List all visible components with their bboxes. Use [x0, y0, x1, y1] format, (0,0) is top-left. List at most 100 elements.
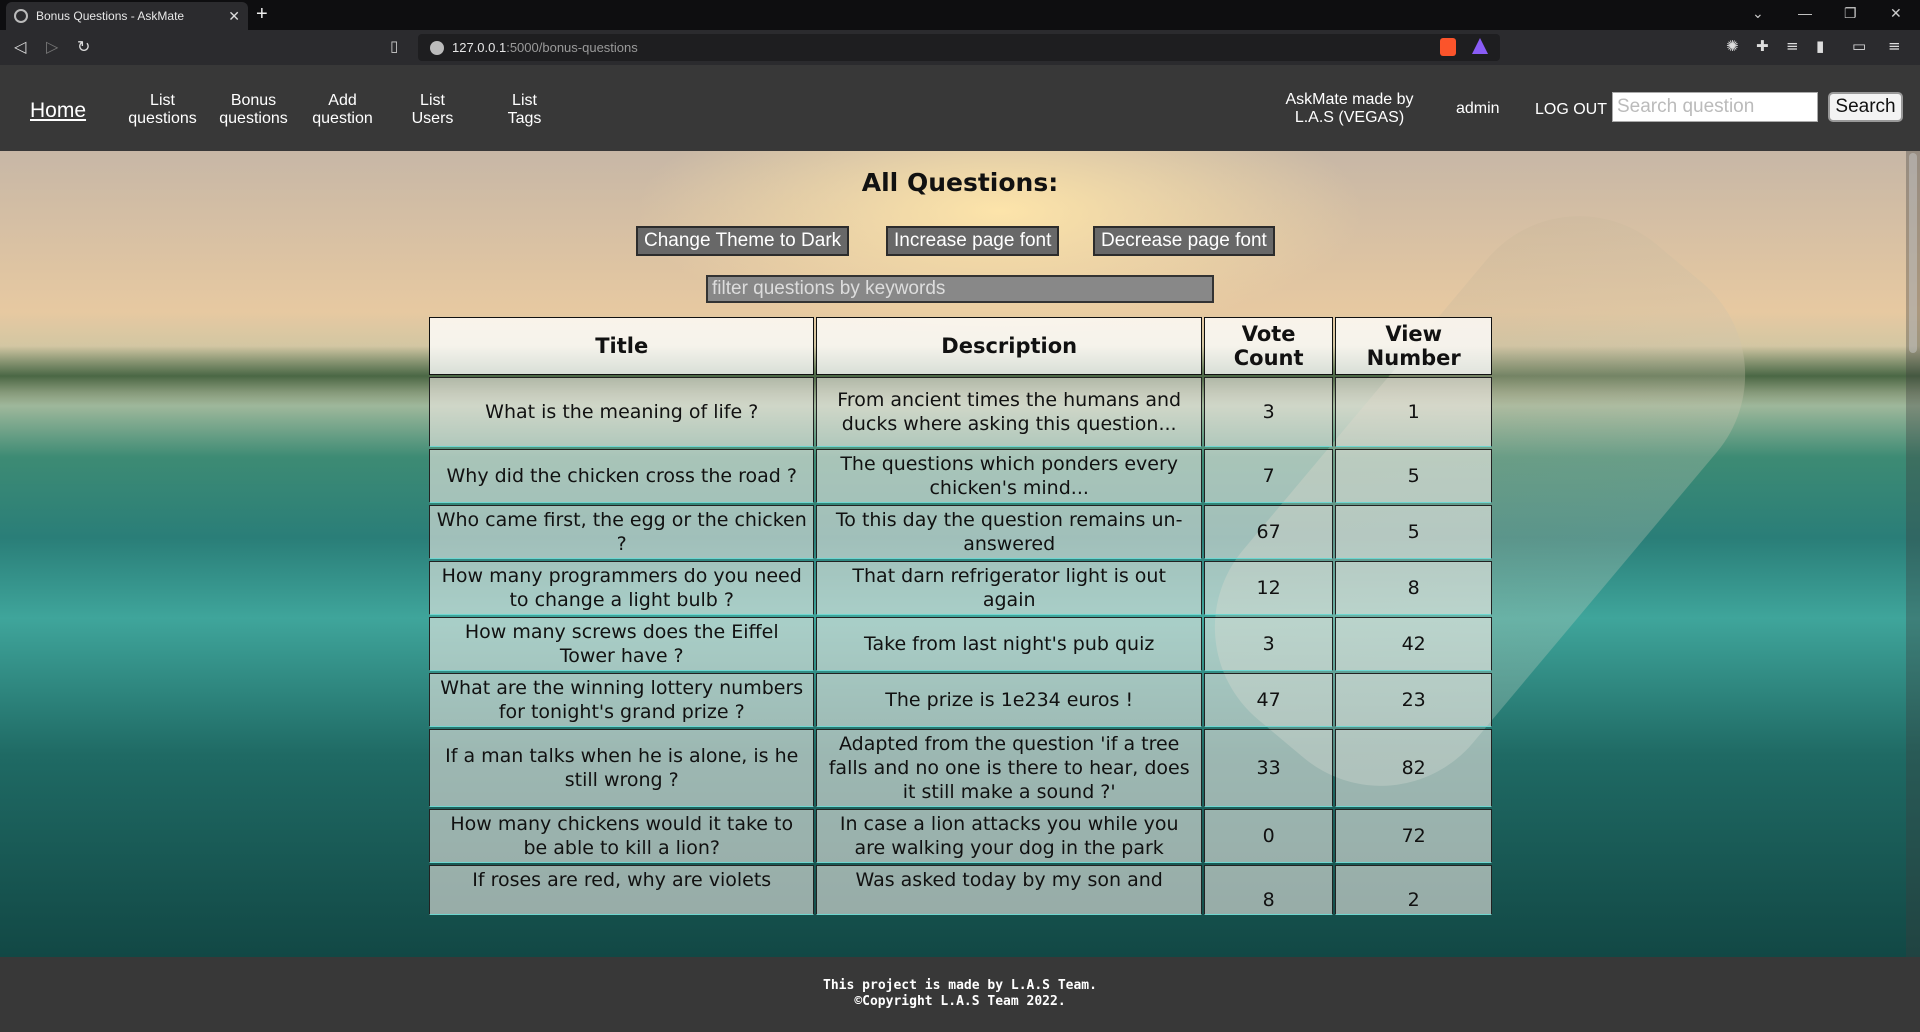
- table-row[interactable]: How many chickens would it take to be ab…: [429, 809, 1492, 863]
- address-bar[interactable]: 127.0.0.1 :5000/bonus-questions: [418, 34, 1500, 61]
- view-number-cell: 5: [1335, 505, 1492, 559]
- footer-line1: This project is made by L.A.S Team.: [823, 978, 1097, 993]
- question-title-cell[interactable]: How many screws does the Eiffel Tower ha…: [429, 617, 815, 671]
- question-description-cell: Adapted from the question 'if a tree fal…: [816, 729, 1202, 807]
- vote-count-cell: 8: [1203, 865, 1334, 915]
- table-row[interactable]: What is the meaning of life ? From ancie…: [429, 377, 1492, 447]
- question-title-cell[interactable]: Who came first, the egg or the chicken ?: [429, 505, 815, 559]
- table-row[interactable]: What are the winning lottery numbers for…: [429, 673, 1492, 727]
- change-theme-button[interactable]: Change Theme to Dark: [636, 226, 850, 256]
- home-link[interactable]: Home: [30, 99, 86, 123]
- brave-shields-icon[interactable]: [1440, 38, 1456, 56]
- table-header-row: Title Description Vote Count View Number: [429, 317, 1492, 375]
- nav-list-questions[interactable]: List questions: [125, 92, 200, 128]
- footer-copyright: ©Copyright L.A.S Team 2022.: [854, 994, 1066, 1009]
- url-path: :5000/bonus-questions: [506, 40, 638, 55]
- reload-icon[interactable]: ↻: [77, 37, 90, 56]
- question-description-cell: Take from last night's pub quiz: [816, 617, 1202, 671]
- logout-link[interactable]: LOG OUT: [1535, 101, 1607, 119]
- question-title-cell[interactable]: How many programmers do you need to chan…: [429, 561, 815, 615]
- wallet-icon[interactable]: ▭: [1852, 37, 1866, 55]
- brave-rewards-icon[interactable]: [1472, 38, 1488, 54]
- tab-title: Bonus Questions - AskMate: [36, 9, 185, 23]
- site-info-icon[interactable]: [430, 40, 444, 55]
- question-title-cell[interactable]: What are the winning lottery numbers for…: [429, 673, 815, 727]
- filter-input[interactable]: [706, 275, 1214, 303]
- table-row[interactable]: Why did the chicken cross the road ? The…: [429, 449, 1492, 503]
- nav-label-line2: questions: [219, 110, 288, 127]
- question-description-cell: That darn refrigerator light is out agai…: [816, 561, 1202, 615]
- nav-label-line1: Add: [328, 92, 357, 109]
- made-by-line1: AskMate made by: [1285, 91, 1414, 108]
- column-header-title[interactable]: Title: [429, 317, 815, 375]
- view-number-cell: 8: [1335, 561, 1492, 615]
- table-row[interactable]: If roses are red, why are violets Was as…: [429, 865, 1492, 915]
- question-description-cell: The prize is 1e234 euros !: [816, 673, 1202, 727]
- tab-search-chevron-icon[interactable]: ⌄: [1752, 5, 1764, 22]
- question-description-cell: To this day the question remains un-answ…: [816, 505, 1202, 559]
- puzzle-extensions-icon[interactable]: ✚: [1756, 37, 1769, 55]
- vote-count-cell: 7: [1203, 449, 1334, 503]
- decrease-font-button[interactable]: Decrease page font: [1093, 226, 1275, 256]
- nav-label-line2: Tags: [507, 110, 542, 127]
- new-tab-plus-icon[interactable]: +: [256, 3, 268, 26]
- nav-add-question[interactable]: Add question: [305, 92, 380, 128]
- column-header-vote-count[interactable]: Vote Count: [1203, 317, 1334, 375]
- main-content: All Questions: Change Theme to Dark Incr…: [0, 151, 1920, 957]
- table-row[interactable]: How many screws does the Eiffel Tower ha…: [429, 617, 1492, 671]
- username-label: admin: [1456, 100, 1500, 117]
- nav-list-tags[interactable]: List Tags: [487, 92, 562, 128]
- question-title-cell[interactable]: If roses are red, why are violets: [429, 865, 815, 915]
- table-row[interactable]: Who came first, the egg or the chicken ?…: [429, 505, 1492, 559]
- window-close-icon[interactable]: ✕: [1890, 5, 1902, 22]
- increase-font-button[interactable]: Increase page font: [886, 226, 1060, 256]
- page-scrollbar[interactable]: [1906, 151, 1920, 957]
- scrollbar-thumb[interactable]: [1909, 153, 1917, 353]
- search-input[interactable]: [1612, 92, 1818, 122]
- restore-icon[interactable]: ❐: [1844, 5, 1857, 22]
- tab-close-icon[interactable]: ✕: [228, 8, 240, 25]
- question-description-cell: Was asked today by my son and: [816, 865, 1202, 915]
- table-row[interactable]: How many programmers do you need to chan…: [429, 561, 1492, 615]
- question-title-cell[interactable]: How many chickens would it take to be ab…: [429, 809, 815, 863]
- view-number-cell: 23: [1335, 673, 1492, 727]
- nav-list-users[interactable]: List Users: [395, 92, 470, 128]
- vote-count-cell: 47: [1203, 673, 1334, 727]
- question-title-cell[interactable]: Why did the chicken cross the road ?: [429, 449, 815, 503]
- view-number-cell: 82: [1335, 729, 1492, 807]
- page-title: All Questions:: [861, 168, 1059, 197]
- minimize-icon[interactable]: —: [1798, 5, 1812, 21]
- nav-label-line2: Users: [411, 110, 454, 127]
- view-number-cell: 5: [1335, 449, 1492, 503]
- nav-label-line1: List: [150, 92, 175, 109]
- nav-bonus-questions[interactable]: Bonus questions: [216, 92, 291, 128]
- nav-label-line1: Bonus: [230, 92, 277, 109]
- menu-icon[interactable]: ≡: [1888, 37, 1901, 55]
- site-footer: This project is made by L.A.S Team. ©Cop…: [0, 957, 1920, 1032]
- vote-count-cell: 12: [1203, 561, 1334, 615]
- question-title-cell[interactable]: If a man talks when he is alone, is he s…: [429, 729, 815, 807]
- view-number-cell: 2: [1335, 865, 1492, 915]
- media-playlist-icon[interactable]: ≡: [1786, 37, 1799, 55]
- forward-icon[interactable]: ▷: [46, 37, 58, 56]
- back-icon[interactable]: ◁: [14, 37, 26, 56]
- search-button[interactable]: Search: [1828, 92, 1903, 122]
- extension-icon[interactable]: ✺: [1726, 37, 1739, 55]
- browser-toolbar: ◁ ▷ ↻ ▯ 127.0.0.1 :5000/bonus-questions …: [0, 30, 1920, 65]
- url-host: 127.0.0.1: [452, 40, 507, 55]
- question-title-cell[interactable]: What is the meaning of life ?: [429, 377, 815, 447]
- column-header-description[interactable]: Description: [816, 317, 1202, 375]
- nav-label-line2: questions: [128, 110, 197, 127]
- column-header-view-number[interactable]: View Number: [1335, 317, 1492, 375]
- vote-count-cell: 33: [1203, 729, 1334, 807]
- table-row[interactable]: If a man talks when he is alone, is he s…: [429, 729, 1492, 807]
- questions-table: Title Description Vote Count View Number…: [427, 315, 1494, 917]
- made-by-line2: L.A.S (VEGAS): [1294, 109, 1405, 126]
- made-by-text: AskMate made by L.A.S (VEGAS): [1262, 91, 1437, 127]
- vote-count-cell: 67: [1203, 505, 1334, 559]
- view-number-cell: 1: [1335, 377, 1492, 447]
- browser-tab[interactable]: Bonus Questions - AskMate ✕: [6, 2, 248, 30]
- bookmark-icon[interactable]: ▯: [390, 37, 398, 55]
- sidebar-toggle-icon[interactable]: ▮: [1816, 37, 1824, 55]
- nav-label-line2: question: [312, 110, 373, 127]
